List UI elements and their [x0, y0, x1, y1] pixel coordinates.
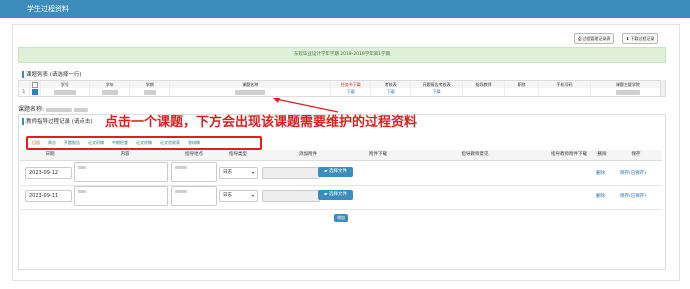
- content-textarea[interactable]: [74, 186, 168, 206]
- print-icon: ⎙: [578, 36, 582, 41]
- table-scrollbar[interactable]: [660, 80, 665, 96]
- date-field[interactable]: 2023-09-11: [25, 190, 72, 202]
- records-title: 教师指导过程记录 (请点击): [22, 117, 93, 125]
- task-download-link[interactable]: 下载: [331, 88, 372, 96]
- save-link[interactable]: 保存(已保存): [620, 170, 646, 176]
- add-record-button[interactable]: 增加: [334, 214, 348, 222]
- guidance-type-select[interactable]: 日志 ▾: [219, 190, 258, 202]
- college-cell: [591, 88, 665, 96]
- choose-file-button[interactable]: ▰ 选择文件: [318, 167, 353, 177]
- table-row[interactable]: 1 下载 下载 下载: [18, 88, 666, 97]
- course-name-label: 课题名称:: [18, 104, 88, 113]
- location-textarea[interactable]: [171, 186, 217, 206]
- annotation-text: 点击一个课题，下方会出现该课题需要维护的过程资料: [105, 115, 418, 130]
- topic-name-cell: [170, 88, 332, 96]
- record-type-tabs: 日志 周志 开题报告 论文初稿 中期检查 论文终稿 论文验收表 答辩稿: [26, 136, 262, 150]
- title-cell: [505, 88, 540, 96]
- term-banner: 东软毕业设计学年学期 2018-2019学年第1学期: [18, 47, 666, 63]
- year-cell: [90, 88, 131, 96]
- tab-log[interactable]: 日志: [28, 140, 44, 146]
- row-checkbox[interactable]: [30, 88, 41, 96]
- window-title: 学生过程资料: [27, 5, 69, 13]
- download-records-button[interactable]: ⬇下载过程记录: [622, 33, 659, 44]
- process-records-button[interactable]: ⎙过程管理记录表: [574, 33, 615, 44]
- opening-download-link[interactable]: 下载: [411, 88, 464, 96]
- location-textarea[interactable]: [171, 162, 217, 182]
- title-bar: 学生过程资料: [0, 0, 690, 18]
- chevron-down-icon: ▾: [251, 170, 254, 175]
- content-textarea[interactable]: [74, 162, 168, 182]
- delete-link[interactable]: 删除: [596, 193, 605, 199]
- folder-icon: ▰: [324, 192, 328, 197]
- file-path-box: [262, 190, 320, 202]
- folder-icon: ▰: [324, 169, 328, 174]
- delete-link[interactable]: 删除: [596, 170, 605, 176]
- phone-cell: [539, 88, 591, 96]
- tab-first-draft[interactable]: 论文初稿: [84, 140, 108, 146]
- choose-file-button[interactable]: ▰ 选择文件: [318, 190, 353, 200]
- exam-download-link[interactable]: 下载: [371, 88, 412, 96]
- tab-final-draft[interactable]: 论文终稿: [132, 140, 156, 146]
- tab-defense[interactable]: 答辩稿: [184, 140, 204, 146]
- download-icon: ⬇: [626, 36, 630, 41]
- chevron-down-icon: ▾: [251, 193, 254, 198]
- tab-opening-report[interactable]: 开题报告: [60, 140, 84, 146]
- tab-acceptance-form[interactable]: 论文验收表: [156, 140, 184, 146]
- save-link[interactable]: 保存(已保存): [620, 193, 646, 199]
- teacher-cell: [463, 88, 505, 96]
- tab-weekly[interactable]: 周志: [44, 140, 60, 146]
- guidance-type-select[interactable]: 日志 ▾: [219, 167, 258, 179]
- tab-midterm-check[interactable]: 中期检查: [108, 140, 132, 146]
- file-path-box: [262, 167, 320, 179]
- topic-list-title: 课题列表 (请选择一行): [22, 70, 82, 78]
- term-cell: [130, 88, 171, 96]
- date-field[interactable]: 2023-09-12: [25, 167, 72, 179]
- student-id-cell: [41, 88, 91, 96]
